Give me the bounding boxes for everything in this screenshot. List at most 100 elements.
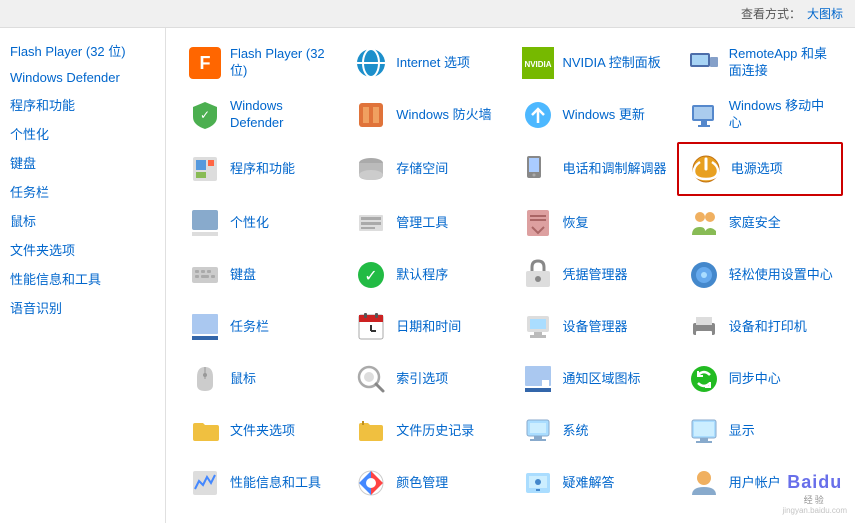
cp-item-label-flash-player: Flash Player (32 位) — [230, 46, 336, 80]
cp-item-phone-modem[interactable]: 电话和调制解调器 — [511, 142, 677, 196]
user-icon — [685, 464, 723, 502]
cp-item-device-manager[interactable]: 设备管理器 — [511, 302, 677, 352]
cp-item-devices-printers[interactable]: 设备和打印机 — [677, 302, 843, 352]
family-icon — [685, 204, 723, 242]
cp-item-troubleshoot[interactable]: 疑难解答 — [511, 458, 677, 508]
autoplay-icon — [352, 516, 390, 523]
cp-item-ease-access[interactable]: 轻松使用设置中心 — [677, 250, 843, 300]
cp-item-fonts[interactable]: Aa字体 — [511, 510, 677, 523]
cp-item-label-display: 显示 — [729, 423, 755, 440]
cp-item-label-index-options: 索引选项 — [396, 371, 448, 388]
folder-icon — [186, 412, 224, 450]
cp-item-label-power-options: 电源选项 — [731, 161, 783, 178]
managetools-icon — [352, 204, 390, 242]
cp-item-nvidia-control[interactable]: NVIDIANVIDIA 控制面板 — [511, 38, 677, 88]
cp-item-voice-recognition2[interactable]: 语音识别 — [178, 510, 344, 523]
cp-item-folder-options2[interactable]: 文件夹选项 — [178, 406, 344, 456]
sidebar-item-mouse[interactable]: 鼠标 — [0, 206, 165, 235]
cp-item-label-keyboard2: 键盘 — [230, 267, 256, 284]
sidebar-item-personalize[interactable]: 个性化 — [0, 119, 165, 148]
cp-item-family-safety[interactable]: 家庭安全 — [677, 198, 843, 248]
cp-item-power-options[interactable]: 电源选项 — [677, 142, 843, 196]
cp-item-default-programs[interactable]: ✓ 默认程序 — [344, 250, 510, 300]
keyboard-icon — [186, 256, 224, 294]
cp-item-label-personalize2: 个性化 — [230, 215, 269, 232]
cp-item-keyboard2[interactable]: 键盘 — [178, 250, 344, 300]
printer-icon — [685, 308, 723, 346]
large-icon-option[interactable]: 大图标 — [807, 5, 843, 22]
cp-item-storage-space[interactable]: 存储空间 — [344, 142, 510, 196]
cp-item-label-device-manager: 设备管理器 — [563, 319, 628, 336]
cp-item-remoteapp[interactable]: RemoteApp 和桌面连接 — [677, 38, 843, 88]
cp-item-system[interactable]: 系统 — [511, 406, 677, 456]
cp-item-label-nvidia-control: NVIDIA 控制面板 — [563, 55, 661, 72]
cp-item-manage-tools[interactable]: 管理工具 — [344, 198, 510, 248]
sidebar-item-programs-features[interactable]: 程序和功能 — [0, 90, 165, 119]
cp-item-label-file-history: 文件历史记录 — [396, 423, 474, 440]
watermark: Baidu 经验 jingyan.baidu.com — [783, 472, 847, 515]
cp-item-windows-mobility[interactable]: Windows 移动中心 — [677, 90, 843, 140]
flash-icon: F — [186, 44, 224, 82]
cp-item-recovery[interactable]: 恢复 — [511, 198, 677, 248]
cp-item-personalize2[interactable]: 个性化 — [178, 198, 344, 248]
cp-item-label-internet-options: Internet 选项 — [396, 55, 470, 72]
cp-item-windows-update[interactable]: Windows 更新 — [511, 90, 677, 140]
cp-item-label-sync-center: 同步中心 — [729, 371, 781, 388]
remote-icon — [685, 44, 723, 82]
cp-item-taskbar2[interactable]: 任务栏 — [178, 302, 344, 352]
cp-item-label-default-programs: 默认程序 — [396, 267, 448, 284]
svg-text:✓: ✓ — [200, 108, 210, 122]
svg-text:✓: ✓ — [365, 268, 378, 285]
cp-item-label-storage-space: 存储空间 — [396, 161, 448, 178]
sidebar-item-flash-player[interactable]: Flash Player (32 位) — [0, 36, 165, 65]
power-icon — [687, 150, 725, 188]
cp-item-internet-options[interactable]: Internet 选项 — [344, 38, 510, 88]
cp-item-programs-features2[interactable]: 程序和功能 — [178, 142, 344, 196]
cp-item-date-time[interactable]: 日期和时间 — [344, 302, 510, 352]
cp-item-windows-defender2[interactable]: ✓ Windows Defender — [178, 90, 344, 140]
cp-item-mouse2[interactable]: 鼠标 — [178, 354, 344, 404]
default-icon: ✓ — [352, 256, 390, 294]
perf-icon — [186, 464, 224, 502]
cp-item-label-mouse2: 鼠标 — [230, 371, 256, 388]
devicemgr-icon — [519, 308, 557, 346]
cp-item-notification-area[interactable]: 通知区域图标 — [511, 354, 677, 404]
taskbar-icon — [186, 308, 224, 346]
content-area: FFlash Player (32 位) Internet 选项 NVIDIANVI… — [166, 28, 855, 523]
credential-icon — [519, 256, 557, 294]
cp-item-label-folder-options2: 文件夹选项 — [230, 423, 295, 440]
sidebar-item-keyboard[interactable]: 键盘 — [0, 148, 165, 177]
sidebar-item-voice-recognition[interactable]: 语音识别 — [0, 293, 165, 322]
sidebar-item-windows-defender[interactable]: Windows Defender — [0, 65, 165, 90]
cp-item-color-manage[interactable]: 颜色管理 — [344, 458, 510, 508]
cp-item-label-windows-defender2: Windows Defender — [230, 98, 336, 132]
sidebar-item-taskbar[interactable]: 任务栏 — [0, 177, 165, 206]
cp-item-autoplay[interactable]: 自动播放 — [344, 510, 510, 523]
filehistory-icon — [352, 412, 390, 450]
update-icon — [519, 96, 557, 134]
sidebar-item-folder-options[interactable]: 文件夹选项 — [0, 235, 165, 264]
cp-item-label-troubleshoot: 疑难解答 — [563, 475, 615, 492]
sidebar-item-perf-info[interactable]: 性能信息和工具 — [0, 264, 165, 293]
cp-item-display[interactable]: 显示 — [677, 406, 843, 456]
cp-item-flash-player[interactable]: FFlash Player (32 位) — [178, 38, 344, 88]
color-icon — [352, 464, 390, 502]
programs-icon — [186, 150, 224, 188]
system-icon — [519, 412, 557, 450]
mobility-icon — [685, 96, 723, 134]
cp-item-credential-manager[interactable]: 凭据管理器 — [511, 250, 677, 300]
cp-item-label-credential-manager: 凭据管理器 — [563, 267, 628, 284]
phone-icon — [519, 150, 557, 188]
top-bar: 查看方式： 大图标 — [0, 0, 855, 28]
cp-item-sync-center[interactable]: 同步中心 — [677, 354, 843, 404]
cp-item-perf-info2[interactable]: 性能信息和工具 — [178, 458, 344, 508]
cp-item-label-remoteapp: RemoteApp 和桌面连接 — [729, 46, 835, 80]
cp-item-windows-firewall[interactable]: Windows 防火墙 — [344, 90, 510, 140]
view-mode-label: 查看方式： — [741, 5, 801, 22]
cp-item-label-taskbar2: 任务栏 — [230, 319, 269, 336]
cp-item-file-history[interactable]: 文件历史记录 — [344, 406, 510, 456]
datetime-icon — [352, 308, 390, 346]
main-container: Flash Player (32 位)Windows Defender程序和功能… — [0, 28, 855, 523]
cp-item-label-manage-tools: 管理工具 — [396, 215, 448, 232]
cp-item-index-options[interactable]: 索引选项 — [344, 354, 510, 404]
